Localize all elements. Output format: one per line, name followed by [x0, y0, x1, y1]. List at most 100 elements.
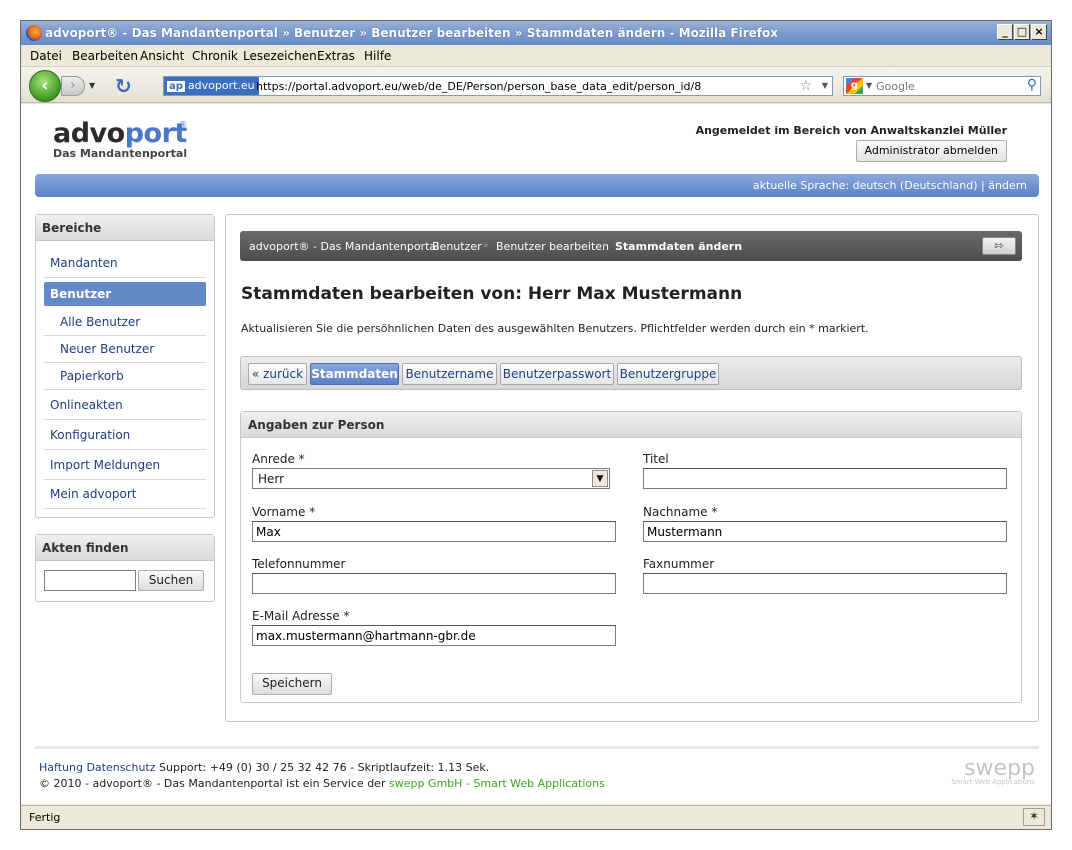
maximize-button[interactable]: □: [1014, 24, 1030, 40]
nachname-label: Nachname *: [643, 505, 718, 519]
magnifier-icon[interactable]: ⚲: [1027, 77, 1037, 93]
sidebar-item-onlineakten[interactable]: Onlineakten: [44, 391, 206, 420]
site-identity[interactable]: ap advoport.eu: [164, 77, 259, 95]
breadcrumb-separator: »: [419, 241, 425, 251]
status-text: Fertig: [29, 811, 61, 824]
fax-field[interactable]: [643, 573, 1007, 594]
language-bar: aktuelle Sprache: deutsch (Deutschland) …: [35, 174, 1039, 197]
menu-bearbeiten[interactable]: Bearbeiten: [72, 49, 138, 63]
close-button[interactable]: ×: [1031, 24, 1047, 40]
save-button[interactable]: Speichern: [252, 673, 332, 695]
telefon-label: Telefonnummer: [252, 557, 346, 571]
menu-datei[interactable]: Datei: [30, 49, 62, 63]
search-engine-dropdown-icon[interactable]: ▼: [866, 81, 872, 90]
datenschutz-link[interactable]: Datenschutz: [86, 761, 155, 774]
file-search-heading: Akten finden: [36, 535, 214, 561]
anrede-select[interactable]: Herr ▼: [252, 468, 610, 489]
footer: Haftung Datenschutz Support: +49 (0) 30 …: [39, 760, 605, 792]
bookmark-star-icon[interactable]: ☆: [799, 78, 812, 94]
logo-wordmark: advoport: [53, 118, 187, 149]
firefox-icon: [26, 25, 42, 41]
advoport-logo[interactable]: advoport ® Das Mandantenportal: [53, 118, 187, 160]
nachname-field[interactable]: [643, 521, 1007, 542]
history-dropdown-icon[interactable]: ▼: [89, 81, 95, 90]
swepp-logo-subtitle: Smart Web Applications: [951, 778, 1035, 786]
navigation-toolbar: ‹ › ▼ ↻ ap advoport.eu https://portal.adv…: [21, 67, 1051, 103]
email-field[interactable]: [252, 625, 616, 646]
browser-window: advoport® - Das Mandantenportal » Benutz…: [20, 20, 1052, 830]
url-dropdown-icon[interactable]: ▼: [822, 81, 828, 90]
sidebar-item-konfiguration[interactable]: Konfiguration: [44, 421, 206, 450]
vorname-label: Vorname *: [252, 505, 316, 519]
addon-icon[interactable]: ✶: [1023, 808, 1045, 826]
breadcrumb-current: Stammdaten ändern: [615, 240, 743, 253]
sidebar-item-mandanten[interactable]: Mandanten: [44, 249, 206, 278]
copyright: © 2010 - advoport® - Das Mandantenportal…: [39, 777, 386, 790]
print-icon[interactable]: ⇰: [982, 237, 1016, 255]
titel-label: Titel: [643, 452, 669, 466]
minimize-button[interactable]: _: [997, 24, 1013, 40]
sidebar-item-papierkorb[interactable]: Papierkorb: [44, 363, 206, 390]
footer-divider: [35, 746, 1039, 749]
file-search-box: Akten finden Suchen: [35, 534, 215, 602]
haftung-link[interactable]: Haftung: [39, 761, 83, 774]
language-info[interactable]: aktuelle Sprache: deutsch (Deutschland) …: [753, 179, 1027, 192]
status-bar: Fertig ✶: [21, 805, 1051, 829]
tab-back[interactable]: « zurück: [248, 363, 307, 385]
address-bar[interactable]: ap advoport.eu https://portal.advoport.eu…: [163, 76, 833, 96]
breadcrumb-separator: »: [483, 241, 489, 251]
form-heading: Angaben zur Person: [241, 412, 1021, 438]
tab-benutzername[interactable]: Benutzername: [402, 363, 497, 385]
menu-bar: Datei Bearbeiten Ansicht Chronik Lesezei…: [21, 45, 1051, 67]
breadcrumb-home[interactable]: advoport® - Das Mandantenportal: [249, 240, 439, 253]
logout-button[interactable]: Administrator abmelden: [855, 140, 1007, 162]
forward-button[interactable]: ›: [61, 76, 85, 96]
site-badge: ap: [167, 81, 185, 92]
search-bar[interactable]: g ▼ ⚲: [843, 76, 1041, 96]
sidebar-item-mein-advoport[interactable]: Mein advoport: [44, 480, 206, 509]
menu-lesezeichen[interactable]: Lesezeichen: [243, 49, 317, 63]
search-input[interactable]: [876, 79, 1016, 93]
sidebar-item-alle-benutzer[interactable]: Alle Benutzer: [44, 309, 206, 336]
url-text[interactable]: https://portal.advoport.eu/web/de_DE/Per…: [256, 80, 701, 93]
logo-tagline: Das Mandantenportal: [53, 147, 188, 160]
anrede-label: Anrede *: [252, 452, 305, 466]
tab-bar: « zurück Stammdaten Benutzername Benutze…: [240, 356, 1022, 390]
tab-stammdaten[interactable]: Stammdaten: [310, 363, 399, 385]
person-form: Angaben zur Person Anrede * Herr ▼ Titel…: [240, 411, 1022, 703]
window-title: advoport® - Das Mandantenportal » Benutz…: [45, 26, 778, 40]
chevron-down-icon[interactable]: ▼: [592, 470, 608, 487]
telefon-field[interactable]: [252, 573, 616, 594]
logo-registered-mark: ®: [179, 120, 187, 129]
menu-extras[interactable]: Extras: [317, 49, 355, 63]
breadcrumb-benutzer-bearbeiten[interactable]: Benutzer bearbeiten: [496, 240, 609, 253]
menu-hilfe[interactable]: Hilfe: [364, 49, 391, 63]
titel-field[interactable]: [643, 468, 1007, 489]
breadcrumb-benutzer[interactable]: Benutzer: [432, 240, 482, 253]
sidebar-item-import-meldungen[interactable]: Import Meldungen: [44, 451, 206, 480]
title-bar: advoport® - Das Mandantenportal » Benutz…: [21, 21, 1051, 45]
sidebar-item-neuer-benutzer[interactable]: Neuer Benutzer: [44, 336, 206, 363]
tab-benutzerpasswort[interactable]: Benutzerpasswort: [500, 363, 614, 385]
menu-ansicht[interactable]: Ansicht: [140, 49, 184, 63]
window-controls: _ □ ×: [997, 24, 1047, 40]
anrede-value: Herr: [258, 472, 285, 486]
google-icon[interactable]: g: [846, 78, 863, 94]
swepp-logo: swepp Smart Web Applications: [951, 756, 1035, 786]
breadcrumb-separator: »: [602, 241, 608, 251]
support-info: Support: +49 (0) 30 / 25 32 42 76 - Skri…: [159, 761, 490, 774]
sidebar: Bereiche Mandanten Benutzer Alle Benutze…: [35, 214, 215, 518]
back-button[interactable]: ‹: [29, 70, 61, 102]
vorname-field[interactable]: [252, 521, 616, 542]
reload-icon[interactable]: ↻: [115, 74, 132, 98]
file-search-input[interactable]: [44, 570, 136, 591]
sidebar-item-benutzer[interactable]: Benutzer: [44, 282, 206, 306]
company-link[interactable]: swepp GmbH - Smart Web Applications: [389, 777, 605, 790]
site-name: advoport.eu: [187, 79, 255, 92]
page-viewport: advoport ® Das Mandantenportal Angemelde…: [21, 104, 1051, 804]
email-label: E-Mail Adresse *: [252, 609, 350, 623]
menu-chronik[interactable]: Chronik: [192, 49, 238, 63]
file-search-button[interactable]: Suchen: [138, 570, 204, 591]
login-info: Angemeldet im Bereich von Anwaltskanzlei…: [695, 124, 1007, 137]
tab-benutzergruppe[interactable]: Benutzergruppe: [617, 363, 719, 385]
